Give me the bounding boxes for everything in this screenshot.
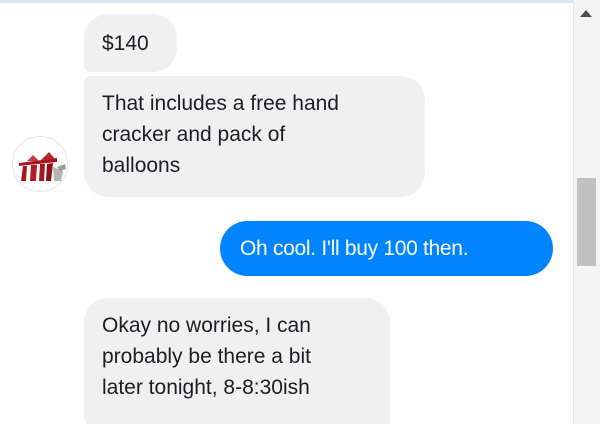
vertical-scrollbar[interactable] bbox=[573, 0, 600, 424]
avatar-image bbox=[13, 137, 67, 191]
message-text-line: That includes a free hand bbox=[102, 92, 339, 115]
message-text-line: later tonight, 8-8:30ish bbox=[102, 376, 310, 399]
message-text-line: balloons bbox=[102, 154, 181, 177]
message-text-line: probably be there a bit bbox=[102, 345, 311, 368]
message-bubble-price[interactable]: $140 bbox=[84, 14, 177, 72]
message-text: $140 bbox=[102, 32, 149, 55]
message-text: Oh cool. I'll buy 100 then. bbox=[240, 237, 469, 260]
contact-avatar-icon[interactable] bbox=[12, 136, 68, 192]
message-text-line: Okay no worries, I can bbox=[102, 314, 311, 337]
message-bubble-reply[interactable]: Okay no worries, I can probably be there… bbox=[84, 298, 390, 424]
chevron-up-icon[interactable] bbox=[580, 10, 592, 17]
scrollbar-thumb[interactable] bbox=[577, 178, 596, 266]
message-bubble-includes[interactable]: That includes a free hand cracker and pa… bbox=[84, 76, 425, 197]
chat-window: $140 That includes a free hand cracker a… bbox=[0, 0, 600, 424]
message-thread[interactable]: $140 That includes a free hand cracker a… bbox=[0, 0, 573, 424]
message-bubble-sent[interactable]: Oh cool. I'll buy 100 then. bbox=[220, 221, 553, 276]
message-text-line: cracker and pack of bbox=[102, 123, 286, 146]
